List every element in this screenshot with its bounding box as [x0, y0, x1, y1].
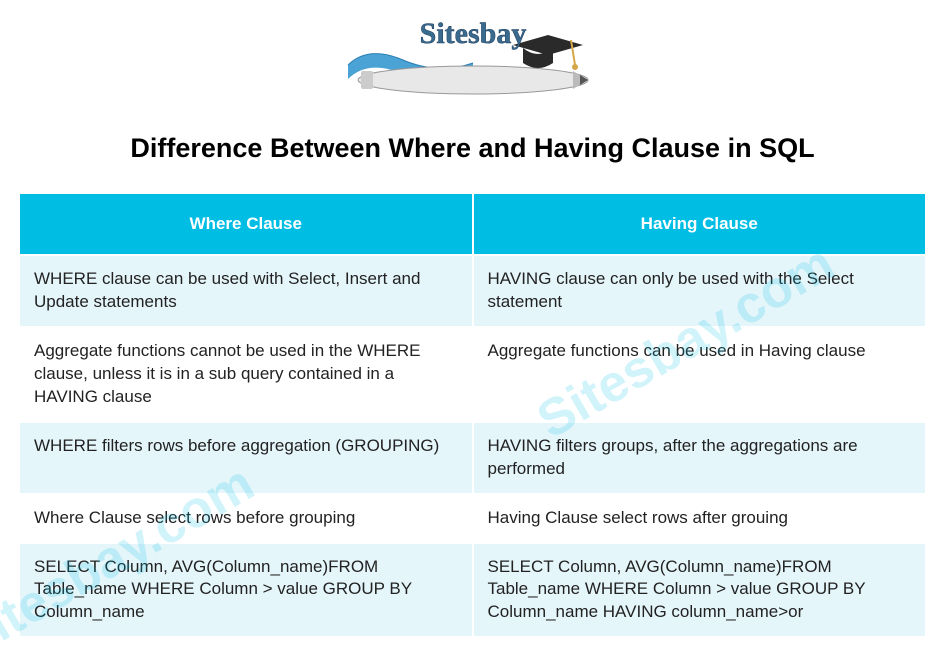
having-cell: HAVING filters groups, after the aggrega… — [473, 422, 927, 494]
sitesbay-logo: Sitesbay — [343, 15, 603, 105]
having-cell: SELECT Column, AVG(Column_name)FROM Tabl… — [473, 543, 927, 638]
where-cell: WHERE filters rows before aggregation (G… — [19, 422, 473, 494]
having-cell: HAVING clause can only be used with the … — [473, 255, 927, 327]
where-cell: WHERE clause can be used with Select, In… — [19, 255, 473, 327]
table-row: SELECT Column, AVG(Column_name)FROM Tabl… — [19, 543, 926, 638]
where-cell: Aggregate functions cannot be used in th… — [19, 327, 473, 422]
where-cell: SELECT Column, AVG(Column_name)FROM Tabl… — [19, 543, 473, 638]
table-row: Aggregate functions cannot be used in th… — [19, 327, 926, 422]
page-title: Difference Between Where and Having Clau… — [0, 133, 945, 164]
table-row: WHERE clause can be used with Select, In… — [19, 255, 926, 327]
logo-text: Sitesbay — [419, 17, 526, 50]
table-header-row: Where Clause Having Clause — [19, 193, 926, 255]
table-row: WHERE filters rows before aggregation (G… — [19, 422, 926, 494]
logo-area: Sitesbay — [0, 0, 945, 115]
having-cell: Having Clause select rows after grouing — [473, 494, 927, 543]
comparison-table-wrapper: Sitesbay.com Sitesbay.com Where Clause H… — [0, 192, 945, 638]
table-row: Where Clause select rows before grouping… — [19, 494, 926, 543]
header-having: Having Clause — [473, 193, 927, 255]
having-cell: Aggregate functions can be used in Havin… — [473, 327, 927, 422]
where-cell: Where Clause select rows before grouping — [19, 494, 473, 543]
header-where: Where Clause — [19, 193, 473, 255]
comparison-table: Where Clause Having Clause WHERE clause … — [18, 192, 927, 638]
